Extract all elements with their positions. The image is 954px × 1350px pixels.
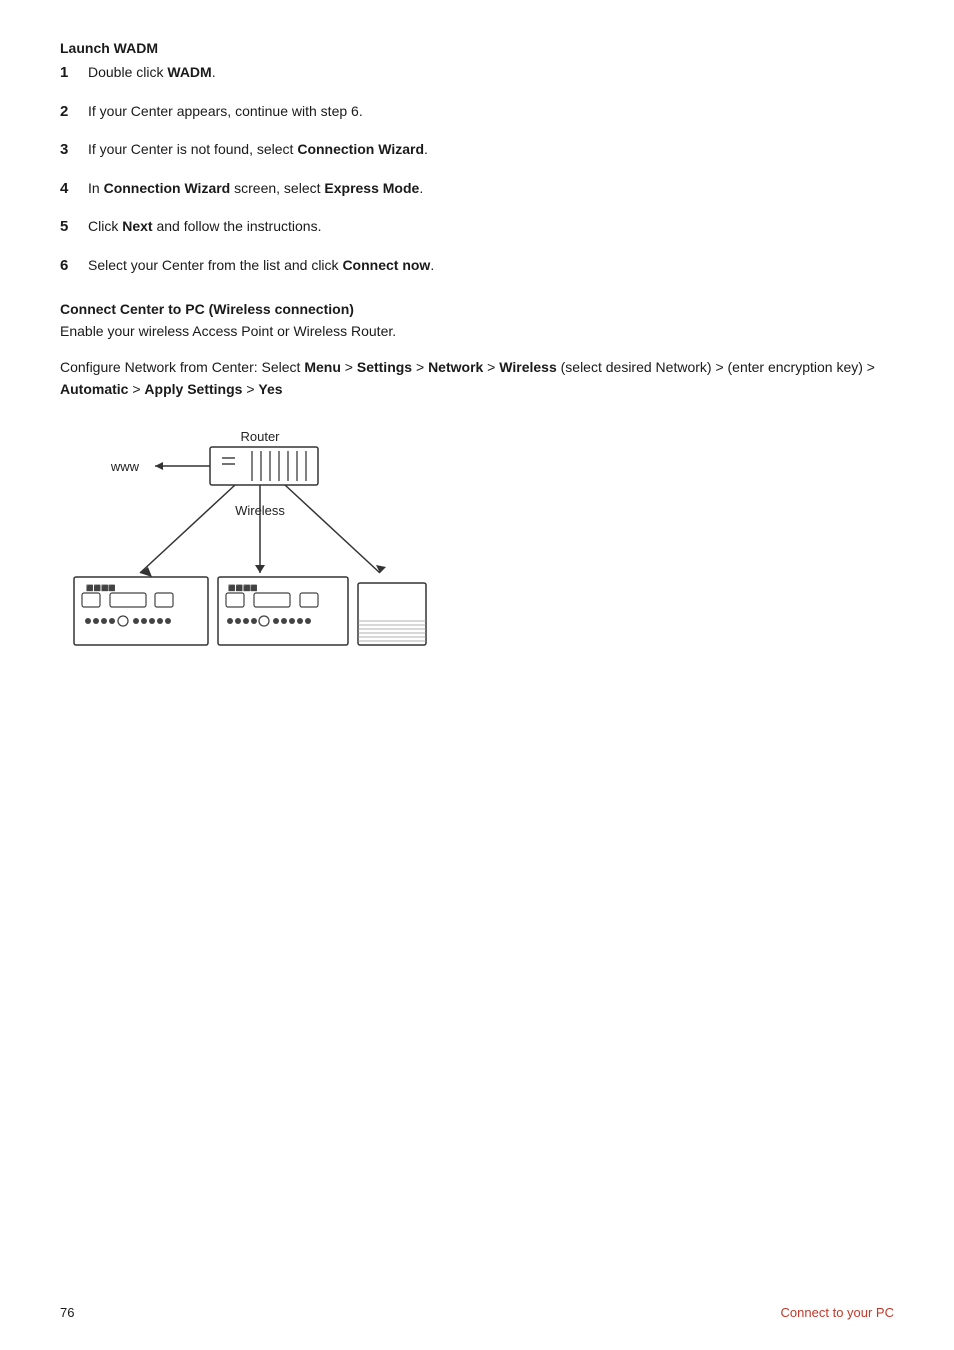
step-text: In Connection Wizard screen, select Expr…: [88, 178, 423, 201]
list-item: 4 In Connection Wizard screen, select Ex…: [60, 178, 894, 201]
list-item: 1 Double click WADM.: [60, 62, 894, 85]
wireless-section: Connect Center to PC (Wireless connectio…: [60, 301, 894, 342]
footer-right-text: Connect to your PC: [781, 1305, 894, 1320]
step-text: Double click WADM.: [88, 62, 216, 85]
page-footer: 76 Connect to your PC: [60, 1305, 894, 1320]
step-number: 4: [60, 178, 88, 201]
device-left-label: ⬛⬛⬛⬛: [86, 584, 116, 592]
list-item: 6 Select your Center from the list and c…: [60, 255, 894, 278]
page-number: 76: [60, 1305, 74, 1320]
step-number: 1: [60, 62, 88, 85]
arrow-right-head: [376, 565, 386, 573]
step-text: Click Next and follow the instructions.: [88, 216, 321, 239]
launch-wadm-heading: Launch WADM: [60, 40, 894, 56]
www-label: www: [110, 459, 140, 474]
arrow-right-device: [285, 485, 380, 573]
www-arrow-head: [155, 462, 163, 470]
step-text: If your Center is not found, select Conn…: [88, 139, 428, 162]
arrow-left-head: [140, 567, 152, 577]
list-item: 3 If your Center is not found, select Co…: [60, 139, 894, 162]
router-box: [210, 447, 318, 485]
arrow-left-device: [140, 485, 235, 573]
device-right: [358, 583, 426, 645]
configure-text: Configure Network from Center: Select Me…: [60, 356, 894, 401]
list-item: 2 If your Center appears, continue with …: [60, 101, 894, 124]
page-content: Launch WADM 1 Double click WADM. 2 If yo…: [60, 40, 894, 655]
device-center-label: ⬛⬛⬛⬛: [228, 584, 258, 592]
step-number: 6: [60, 255, 88, 278]
arrow-center-head: [255, 565, 265, 573]
wireless-heading: Connect Center to PC (Wireless connectio…: [60, 301, 894, 317]
network-diagram: Router www Wireless ⬛⬛⬛⬛: [60, 425, 490, 655]
steps-list: 1 Double click WADM. 2 If your Center ap…: [60, 62, 894, 277]
step-number: 5: [60, 216, 88, 239]
step-text: If your Center appears, continue with st…: [88, 101, 363, 124]
step-text: Select your Center from the list and cli…: [88, 255, 434, 278]
step-number: 2: [60, 101, 88, 124]
router-label: Router: [240, 429, 280, 444]
wireless-description: Enable your wireless Access Point or Wir…: [60, 321, 894, 342]
step-number: 3: [60, 139, 88, 162]
list-item: 5 Click Next and follow the instructions…: [60, 216, 894, 239]
